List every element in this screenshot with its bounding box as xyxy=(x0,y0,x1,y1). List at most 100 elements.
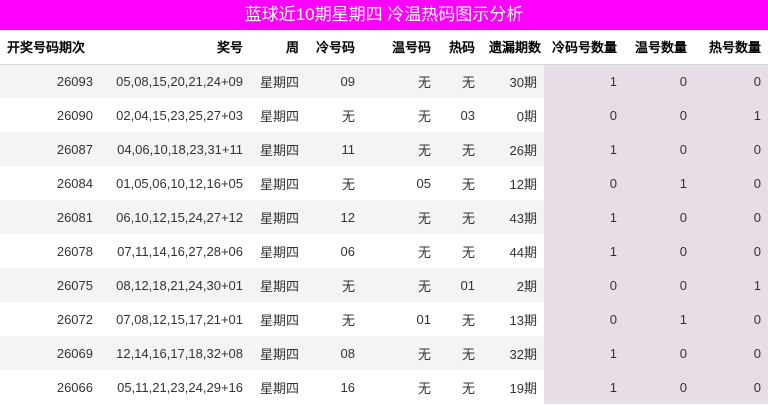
hot-count-cell: 0 xyxy=(694,132,768,166)
missed-cell: 12期 xyxy=(482,166,544,200)
hot-count-cell: 0 xyxy=(694,336,768,370)
warm-cell: 01 xyxy=(362,302,438,336)
table-body: 26093 05,08,15,20,21,24+09 星期四 09 无无 30期 1 0 0 26… xyxy=(0,64,768,404)
warm-count-cell: 1 xyxy=(624,166,694,200)
cold-count-cell: 1 xyxy=(544,200,624,234)
missed-cell: 43期 xyxy=(482,200,544,234)
header-cold-count: 冷码号数量 xyxy=(544,30,624,65)
cold-cell: 无 xyxy=(306,268,362,302)
weekday-cell: 星期四 xyxy=(250,200,306,234)
cold-cell: 无 xyxy=(306,166,362,200)
cold-count-cell: 1 xyxy=(544,370,624,404)
missed-cell: 13期 xyxy=(482,302,544,336)
cold-count-cell: 1 xyxy=(544,64,624,98)
issue-cell: 26078 xyxy=(0,234,100,268)
hot-cell: 无 xyxy=(438,200,482,234)
numbers-cell: 07,08,12,15,17,21+01 xyxy=(100,302,250,336)
header-row: 开奖号码期次 奖号 周 冷号码 温号码 热码 遗漏期数 冷码号数量 温号数量 热… xyxy=(0,30,768,65)
warm-cell: 无 xyxy=(362,132,438,166)
table-row: 26075 08,12,18,21,24,30+01 星期四无无 01 2期 0 0 1 xyxy=(0,268,768,302)
table-row: 26069 12,14,16,17,18,32+08 星期四 08 无无 32期 1 0 0 xyxy=(0,336,768,370)
hot-cell: 01 xyxy=(438,268,482,302)
analysis-table: 开奖号码期次 奖号 周 冷号码 温号码 热码 遗漏期数 冷码号数量 温号数量 热… xyxy=(0,30,768,404)
hot-cell: 无 xyxy=(438,336,482,370)
missed-cell: 44期 xyxy=(482,234,544,268)
issue-cell: 26084 xyxy=(0,166,100,200)
hot-cell: 无 xyxy=(438,302,482,336)
warm-cell: 无 xyxy=(362,336,438,370)
header-warm-count: 温号数量 xyxy=(624,30,694,65)
missed-cell: 26期 xyxy=(482,132,544,166)
warm-cell: 无 xyxy=(362,268,438,302)
issue-cell: 26069 xyxy=(0,336,100,370)
page-title: 蓝球近10期星期四 冷温热码图示分析 xyxy=(0,0,768,30)
weekday-cell: 星期四 xyxy=(250,64,306,98)
missed-cell: 2期 xyxy=(482,268,544,302)
numbers-cell: 02,04,15,23,25,27+03 xyxy=(100,98,250,132)
table-row: 26072 07,08,12,15,17,21+01 星期四无 01 无 13期 0 1 0 xyxy=(0,302,768,336)
weekday-cell: 星期四 xyxy=(250,234,306,268)
hot-count-cell: 0 xyxy=(694,166,768,200)
issue-cell: 26093 xyxy=(0,64,100,98)
weekday-cell: 星期四 xyxy=(250,302,306,336)
weekday-cell: 星期四 xyxy=(250,370,306,404)
missed-cell: 19期 xyxy=(482,370,544,404)
header-hot-count: 热号数量 xyxy=(694,30,768,65)
numbers-cell: 05,11,21,23,24,29+16 xyxy=(100,370,250,404)
hot-count-cell: 1 xyxy=(694,268,768,302)
missed-cell: 30期 xyxy=(482,64,544,98)
cold-count-cell: 0 xyxy=(544,98,624,132)
numbers-cell: 05,08,15,20,21,24+09 xyxy=(100,64,250,98)
cold-count-cell: 1 xyxy=(544,336,624,370)
warm-cell: 无 xyxy=(362,234,438,268)
issue-cell: 26087 xyxy=(0,132,100,166)
warm-cell: 无 xyxy=(362,98,438,132)
numbers-cell: 07,11,14,16,27,28+06 xyxy=(100,234,250,268)
issue-cell: 26066 xyxy=(0,370,100,404)
issue-cell: 26075 xyxy=(0,268,100,302)
table-row: 26090 02,04,15,23,25,27+03 星期四无无 03 0期 0 0 1 xyxy=(0,98,768,132)
hot-count-cell: 0 xyxy=(694,302,768,336)
warm-count-cell: 0 xyxy=(624,200,694,234)
hot-cell: 无 xyxy=(438,64,482,98)
cold-count-cell: 0 xyxy=(544,166,624,200)
hot-count-cell: 0 xyxy=(694,370,768,404)
hot-cell: 无 xyxy=(438,166,482,200)
warm-cell: 无 xyxy=(362,200,438,234)
cold-cell: 无 xyxy=(306,302,362,336)
numbers-cell: 12,14,16,17,18,32+08 xyxy=(100,336,250,370)
weekday-cell: 星期四 xyxy=(250,336,306,370)
warm-count-cell: 1 xyxy=(624,302,694,336)
cold-cell: 12 xyxy=(306,200,362,234)
warm-count-cell: 0 xyxy=(624,336,694,370)
hot-cell: 03 xyxy=(438,98,482,132)
issue-cell: 26090 xyxy=(0,98,100,132)
header-warm: 温号码 xyxy=(362,30,438,65)
table-row: 26087 04,06,10,18,23,31+11 星期四 11 无无 26期 1 0 0 xyxy=(0,132,768,166)
cold-count-cell: 1 xyxy=(544,234,624,268)
header-issue: 开奖号码期次 xyxy=(0,30,100,65)
warm-count-cell: 0 xyxy=(624,132,694,166)
missed-cell: 32期 xyxy=(482,336,544,370)
hot-count-cell: 1 xyxy=(694,98,768,132)
header-weekday: 周 xyxy=(250,30,306,65)
table-row: 26081 06,10,12,15,24,27+12 星期四 12 无无 43期 1 0 0 xyxy=(0,200,768,234)
weekday-cell: 星期四 xyxy=(250,166,306,200)
cold-count-cell: 0 xyxy=(544,268,624,302)
header-numbers: 奖号 xyxy=(100,30,250,65)
table-row: 26066 05,11,21,23,24,29+16 星期四 16 无无 19期 1 0 0 xyxy=(0,370,768,404)
warm-count-cell: 0 xyxy=(624,370,694,404)
warm-count-cell: 0 xyxy=(624,98,694,132)
warm-cell: 05 xyxy=(362,166,438,200)
weekday-cell: 星期四 xyxy=(250,98,306,132)
weekday-cell: 星期四 xyxy=(250,132,306,166)
numbers-cell: 04,06,10,18,23,31+11 xyxy=(100,132,250,166)
cold-cell: 09 xyxy=(306,64,362,98)
warm-count-cell: 0 xyxy=(624,268,694,302)
hot-cell: 无 xyxy=(438,234,482,268)
warm-count-cell: 0 xyxy=(624,64,694,98)
header-hot: 热码 xyxy=(438,30,482,65)
issue-cell: 26081 xyxy=(0,200,100,234)
cold-cell: 06 xyxy=(306,234,362,268)
missed-cell: 0期 xyxy=(482,98,544,132)
